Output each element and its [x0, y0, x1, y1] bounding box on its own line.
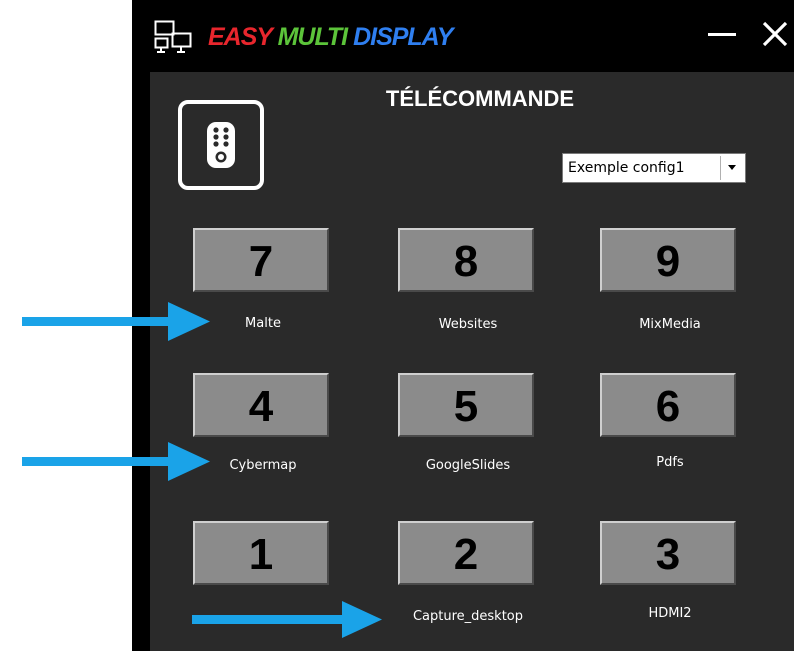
remote-control-icon — [207, 122, 235, 168]
remote-icon-box — [178, 100, 264, 190]
app-window: EASY MULTI DISPLAY TÉLÉCOMMANDE Exemple … — [132, 0, 794, 651]
multi-display-icon — [154, 20, 192, 53]
key-9-button[interactable]: 9 — [600, 228, 736, 292]
key-5-number: 5 — [453, 382, 479, 431]
config-select-value: Exemple config1 — [568, 160, 685, 176]
key-7-button[interactable]: 7 — [193, 228, 329, 292]
key-8-button[interactable]: 8 — [398, 228, 534, 292]
screenshot-stage: EASY MULTI DISPLAY TÉLÉCOMMANDE Exemple … — [0, 0, 794, 651]
chevron-down-icon[interactable] — [728, 165, 736, 170]
config-select[interactable]: Exemple config1 — [562, 153, 746, 183]
app-title-word-3: DISPLAY — [353, 23, 453, 51]
app-title-word-2: MULTI — [277, 23, 349, 51]
key-7-number: 7 — [248, 237, 274, 286]
key-8-label: Websites — [438, 317, 498, 332]
key-6-label: Pdfs — [656, 455, 684, 470]
arrow-to-malte — [22, 302, 210, 341]
key-1-number: 1 — [248, 530, 274, 579]
key-3-button[interactable]: 3 — [600, 521, 736, 585]
key-4-number: 4 — [248, 382, 274, 431]
arrow-to-capture-desktop — [192, 601, 382, 638]
key-9-label: MixMedia — [639, 317, 701, 332]
key-2-button[interactable]: 2 — [398, 521, 534, 585]
key-2-label: Capture_desktop — [412, 609, 524, 624]
app-title: EASY MULTI DISPLAY — [208, 22, 454, 52]
key-2-number: 2 — [453, 530, 479, 579]
key-6-button[interactable]: 6 — [600, 373, 736, 437]
panel-title: TÉLÉCOMMANDE — [385, 86, 575, 111]
title-bar: EASY MULTI DISPLAY — [132, 0, 794, 72]
close-icon — [762, 21, 788, 47]
key-3-label: HDMI2 — [648, 606, 692, 621]
arrow-to-cybermap — [22, 442, 210, 481]
config-select-divider — [720, 156, 721, 180]
app-title-word-1: EASY — [208, 23, 273, 51]
key-4-button[interactable]: 4 — [193, 373, 329, 437]
key-5-label: GoogleSlides — [425, 458, 511, 473]
key-3-number: 3 — [655, 530, 681, 579]
close-button[interactable] — [754, 14, 794, 54]
key-6-number: 6 — [655, 382, 681, 431]
key-8-number: 8 — [453, 237, 479, 286]
key-5-button[interactable]: 5 — [398, 373, 534, 437]
key-1-button[interactable]: 1 — [193, 521, 329, 585]
remote-panel: TÉLÉCOMMANDE Exemple config1 7 Malte 8 W… — [150, 72, 794, 651]
minimize-button[interactable] — [702, 14, 742, 54]
key-9-number: 9 — [655, 237, 681, 286]
minimize-icon — [708, 33, 736, 36]
